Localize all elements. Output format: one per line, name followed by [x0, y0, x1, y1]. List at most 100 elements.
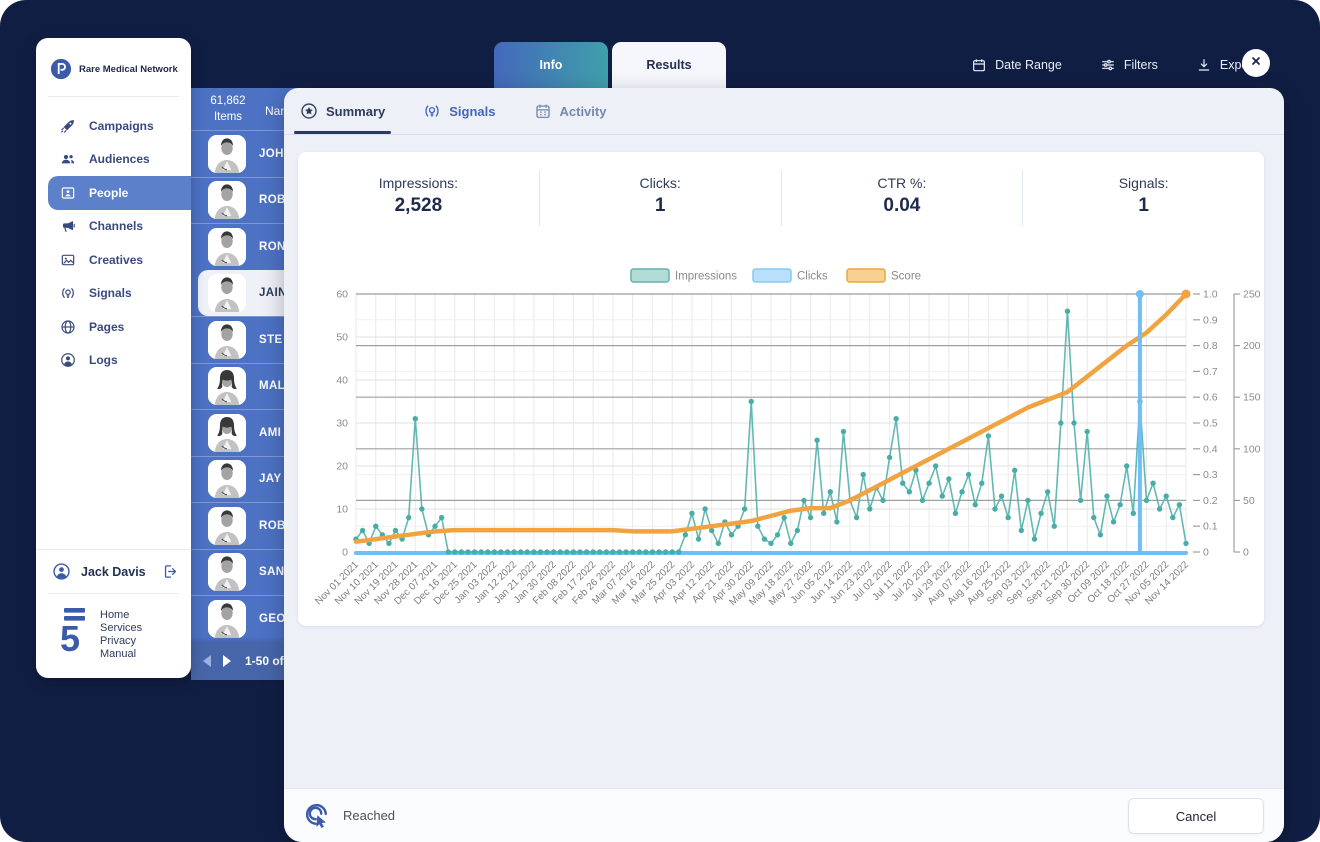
sidebar-item-pages[interactable]: Pages [48, 310, 191, 344]
person-avatar [208, 227, 246, 266]
stat-signals: Signals: 1 [1022, 170, 1264, 226]
tab-summary[interactable]: Summary [293, 88, 392, 134]
footer-link-services[interactable]: Services [100, 622, 142, 634]
user-name: Jack Davis [81, 564, 146, 579]
svg-text:0.6: 0.6 [1203, 392, 1218, 404]
sidebar-item-audiences[interactable]: Audiences [48, 143, 191, 177]
chevron-left-icon[interactable] [203, 655, 211, 667]
download-icon [1196, 57, 1212, 73]
chevron-right-icon[interactable] [223, 655, 231, 667]
person-avatar [208, 506, 246, 545]
svg-text:150: 150 [1243, 392, 1260, 404]
close-icon [1248, 53, 1264, 74]
tab-activity[interactable]: Activity [534, 88, 606, 134]
click-reach-icon [304, 802, 331, 829]
tab-results[interactable]: Results [612, 42, 726, 88]
person-name: AMI [259, 426, 282, 439]
person-name: JOH [259, 147, 284, 160]
person-avatar [208, 134, 246, 173]
svg-text:0.9: 0.9 [1203, 314, 1218, 326]
sliders-icon [1100, 57, 1116, 73]
svg-text:0.8: 0.8 [1203, 340, 1218, 352]
svg-text:5: 5 [60, 618, 80, 653]
date-range-button[interactable]: Date Range [971, 57, 1062, 73]
modal-footer: Reached Cancel [284, 788, 1284, 842]
footer-link-home[interactable]: Home [100, 609, 142, 621]
sidebar-item-creatives[interactable]: Creatives [48, 243, 191, 277]
svg-text:Clicks: Clicks [797, 271, 828, 283]
svg-text:50: 50 [336, 332, 348, 344]
svg-text:0.2: 0.2 [1203, 495, 1218, 507]
brand-name: Rare Medical Network [79, 63, 178, 75]
stat-value: 2,528 [394, 195, 443, 216]
sidebar-item-label: Campaigns [89, 118, 154, 133]
stat-label: Impressions: [378, 175, 459, 191]
items-count-label: Items [213, 110, 243, 123]
svg-text:Impressions: Impressions [675, 271, 737, 283]
stat-ctr: CTR %: 0.04 [780, 170, 1023, 226]
sidebar-item-label: Audiences [89, 152, 150, 167]
svg-text:40: 40 [336, 375, 348, 387]
svg-text:20: 20 [336, 461, 348, 473]
tab-signals[interactable]: Signals [423, 88, 496, 134]
sidebar-item-people[interactable]: People [48, 176, 191, 210]
reached-status: Reached [304, 802, 395, 829]
user-icon [60, 352, 76, 368]
summary-card: Impressions: 2,528 Clicks: 1 CTR %: 0.04 Signa… [298, 152, 1264, 626]
svg-text:1.0: 1.0 [1203, 289, 1218, 301]
stat-value: 0.04 [883, 195, 921, 216]
tab-info[interactable]: Info [494, 42, 608, 88]
svg-text:0: 0 [1243, 547, 1249, 559]
svg-text:100: 100 [1243, 443, 1260, 455]
person-avatar [208, 181, 246, 220]
stat-label: Signals: [1118, 175, 1169, 191]
sidebar-item-signals[interactable]: Signals [48, 277, 191, 311]
stat-label: CTR %: [877, 175, 927, 191]
person-name: ROB [259, 519, 286, 532]
person-avatar [208, 413, 246, 452]
close-button[interactable] [1242, 49, 1270, 77]
brand-pin-icon [50, 58, 72, 80]
cancel-button[interactable]: Cancel [1128, 798, 1264, 834]
sidebar-footer: 5 Home Services Privacy Manual [36, 594, 191, 678]
star-badge-icon [300, 102, 318, 120]
signal-bulb-icon [423, 102, 441, 120]
svg-text:30: 30 [336, 418, 348, 430]
person-name: MAL [259, 380, 286, 393]
sidebar-item-channels[interactable]: Channels [48, 210, 191, 244]
sidebar-item-label: Logs [89, 353, 118, 368]
footer-link-manual[interactable]: Manual [100, 648, 142, 660]
sidebar-item-label: People [89, 185, 129, 200]
svg-text:0.7: 0.7 [1203, 366, 1218, 378]
person-name: SAN [259, 566, 285, 579]
image-icon [60, 252, 76, 268]
sidebar-item-campaigns[interactable]: Campaigns [48, 109, 191, 143]
svg-text:0: 0 [1203, 547, 1209, 559]
svg-text:250: 250 [1243, 289, 1260, 301]
svg-text:0: 0 [342, 547, 348, 559]
person-name: STE [259, 333, 283, 346]
person-avatar [208, 367, 246, 406]
sidebar-item-label: Signals [89, 286, 132, 301]
filters-button[interactable]: Filters [1100, 57, 1158, 73]
person-avatar [208, 320, 246, 359]
stat-value: 1 [654, 195, 666, 216]
svg-text:0.4: 0.4 [1203, 443, 1218, 455]
signal-bulb-icon [60, 285, 76, 301]
stat-value: 1 [1138, 195, 1149, 216]
svg-text:60: 60 [336, 289, 348, 301]
calendar-icon [971, 57, 987, 73]
app-frame: 61,862 Items Name JOH ROB RON JAIN STE MAL AMI… [0, 0, 1320, 842]
results-modal: Summary Signals Activity Impressions: 2,528… [284, 88, 1284, 842]
footer-link-privacy[interactable]: Privacy [100, 635, 142, 647]
items-count: 61,862 [210, 95, 246, 107]
calendar-grid-icon [534, 102, 552, 120]
person-avatar [208, 599, 246, 638]
person-name: GEO [259, 612, 286, 625]
svg-text:0.1: 0.1 [1203, 521, 1218, 533]
logout-icon[interactable] [162, 563, 179, 580]
sidebar-item-logs[interactable]: Logs [48, 344, 191, 378]
person-avatar [208, 460, 246, 499]
stat-label: Clicks: [639, 175, 681, 191]
svg-text:10: 10 [336, 504, 348, 516]
